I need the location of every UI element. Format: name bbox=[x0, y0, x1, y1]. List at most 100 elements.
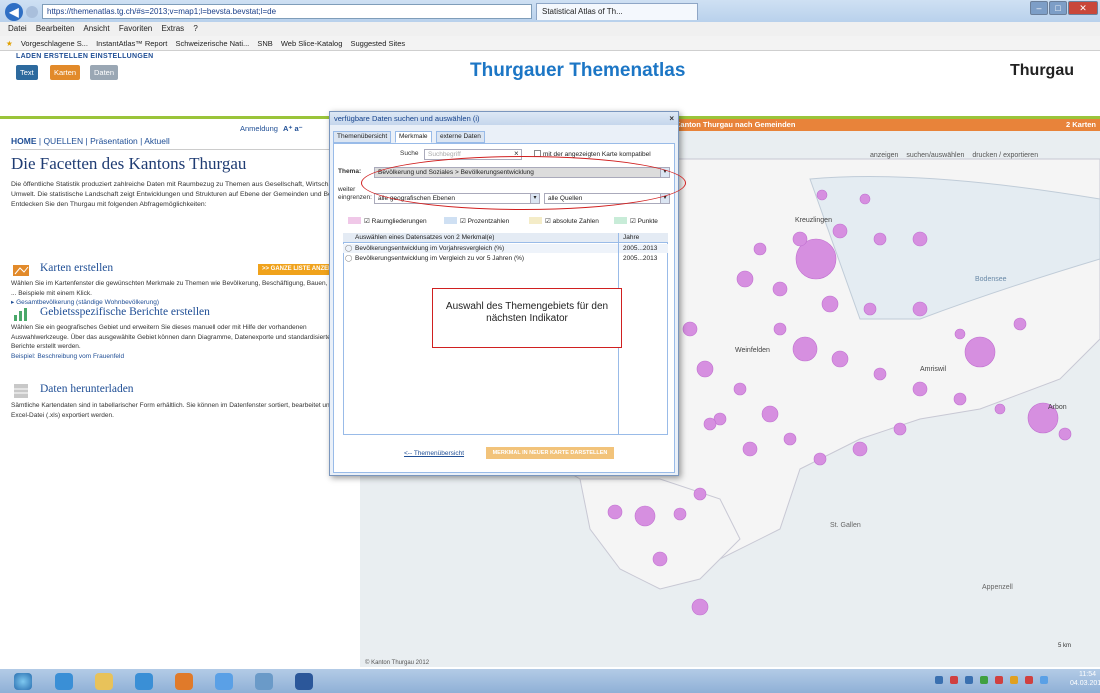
karten-button[interactable]: Karten bbox=[50, 65, 81, 80]
map-bubble[interactable] bbox=[912, 381, 928, 397]
section-title-karten[interactable]: Karten erstellen bbox=[40, 262, 113, 274]
map-bubble[interactable] bbox=[691, 598, 709, 616]
section-title-daten[interactable]: Daten herunterladen bbox=[40, 383, 134, 395]
ie2-taskbar-icon[interactable] bbox=[135, 673, 153, 690]
browser-tab[interactable]: Statistical Atlas of Th... bbox=[536, 3, 698, 20]
clock[interactable]: 11:54 04.03.2014 bbox=[1070, 670, 1100, 688]
back-button[interactable]: ◀ bbox=[5, 3, 23, 21]
menu-extras[interactable]: Extras bbox=[161, 24, 184, 33]
radio-icon[interactable]: ◯ bbox=[345, 244, 352, 253]
tab-merkmale[interactable]: Merkmale bbox=[395, 131, 432, 143]
login-link[interactable]: Anmeldung bbox=[240, 124, 278, 133]
tray-icon[interactable] bbox=[950, 676, 958, 684]
map-bubble[interactable] bbox=[912, 301, 928, 317]
map-bubble[interactable] bbox=[852, 441, 868, 457]
fav-item[interactable]: Suggested Sites bbox=[351, 39, 406, 48]
fav-item[interactable]: Vorgeschlagene S... bbox=[21, 39, 88, 48]
map-bubble[interactable] bbox=[772, 281, 788, 297]
map-bubble[interactable] bbox=[773, 322, 787, 336]
filter-absolute[interactable]: ☑ absolute Zahlen bbox=[529, 217, 599, 225]
maximize-button[interactable]: □ bbox=[1049, 1, 1067, 15]
section-title-berichte[interactable]: Gebietsspezifische Berichte erstellen bbox=[40, 306, 210, 318]
map-bubble[interactable] bbox=[954, 328, 966, 340]
start-button[interactable] bbox=[14, 673, 32, 690]
map-bubble[interactable] bbox=[682, 321, 698, 337]
text-button[interactable]: Text bbox=[16, 65, 38, 80]
close-window-button[interactable]: ✕ bbox=[1068, 1, 1098, 15]
tab-themenuebersicht[interactable]: Themenübersicht bbox=[333, 131, 392, 143]
nav-quellen[interactable]: QUELLEN bbox=[43, 136, 83, 146]
section-link-karten[interactable]: ▸ Gesamtbevölkerung (ständige Wohnbevölk… bbox=[11, 298, 159, 306]
menu-datei[interactable]: Datei bbox=[8, 24, 27, 33]
fav-item[interactable]: SNB bbox=[257, 39, 272, 48]
minimize-button[interactable]: – bbox=[1030, 1, 1048, 15]
map-bubble[interactable] bbox=[994, 403, 1006, 415]
word-taskbar-icon[interactable] bbox=[295, 673, 313, 690]
map-bubble[interactable] bbox=[863, 302, 877, 316]
map-bubble[interactable] bbox=[703, 417, 717, 431]
forward-button[interactable] bbox=[26, 6, 38, 18]
table-row[interactable]: ◯ Bevölkerungsentwicklung im Vorjahresve… bbox=[343, 244, 668, 253]
tray-icon[interactable] bbox=[1025, 676, 1033, 684]
filter-raumgliederungen[interactable]: ☑ Raumgliederungen bbox=[348, 217, 427, 225]
map-bubble[interactable] bbox=[816, 189, 828, 201]
section-link-berichte[interactable]: Beispiel: Beschreibung vom Frauenfeld bbox=[11, 353, 124, 360]
map-bubble[interactable] bbox=[696, 360, 714, 378]
nav-aktuell[interactable]: Aktuell bbox=[144, 136, 170, 146]
menu-ansicht[interactable]: Ansicht bbox=[83, 24, 109, 33]
chrome-taskbar-icon[interactable] bbox=[255, 673, 273, 690]
map-bubble[interactable] bbox=[673, 507, 687, 521]
menu-favoriten[interactable]: Favoriten bbox=[119, 24, 152, 33]
map-bubble[interactable] bbox=[742, 441, 758, 457]
map-bubble[interactable] bbox=[873, 367, 887, 381]
map-header-count[interactable]: 2 Karten bbox=[1066, 119, 1096, 131]
back-to-overview-link[interactable]: <-- Themenübersicht bbox=[404, 450, 464, 457]
map-bubble[interactable] bbox=[831, 350, 849, 368]
map-bubble[interactable] bbox=[821, 295, 839, 313]
tray-icon[interactable] bbox=[995, 676, 1003, 684]
tray-icon[interactable] bbox=[935, 676, 943, 684]
fav-item[interactable]: Schweizerische Nati... bbox=[175, 39, 249, 48]
map-bubble[interactable] bbox=[634, 505, 656, 527]
map-bubble[interactable] bbox=[736, 270, 754, 288]
explorer-taskbar-icon[interactable] bbox=[95, 673, 113, 690]
font-size-toggle[interactable]: A⁺ a⁻ bbox=[283, 124, 303, 133]
menu-help[interactable]: ? bbox=[193, 24, 197, 33]
map-bubble[interactable] bbox=[783, 432, 797, 446]
map-bubble[interactable] bbox=[873, 232, 887, 246]
tray-icon[interactable] bbox=[1040, 676, 1048, 684]
map-tool-drucken[interactable]: drucken / exportieren bbox=[972, 152, 1038, 159]
map-header-title[interactable]: Kanton Thurgau nach Gemeinden bbox=[675, 120, 795, 129]
close-icon[interactable]: × bbox=[669, 112, 674, 125]
map-bubble[interactable] bbox=[1013, 317, 1027, 331]
map-bubble[interactable] bbox=[859, 193, 871, 205]
map-bubble[interactable] bbox=[792, 231, 808, 247]
map-bubble[interactable] bbox=[753, 242, 767, 256]
map-bubble[interactable] bbox=[792, 336, 818, 362]
map-bubble[interactable] bbox=[832, 223, 848, 239]
map-bubble[interactable] bbox=[693, 487, 707, 501]
show-in-new-map-button[interactable]: MERKMAL IN NEUER KARTE DARSTELLEN bbox=[486, 447, 614, 459]
nav-praesentation[interactable]: Präsentation bbox=[90, 136, 138, 146]
tray-icon[interactable] bbox=[980, 676, 988, 684]
map-bubble[interactable] bbox=[964, 336, 996, 368]
map-bubble[interactable] bbox=[607, 504, 623, 520]
top-links[interactable]: LADEN ERSTELLEN EINSTELLUNGEN bbox=[16, 53, 153, 60]
ie3-taskbar-icon[interactable] bbox=[215, 673, 233, 690]
tray-icon[interactable] bbox=[1010, 676, 1018, 684]
nav-home[interactable]: HOME bbox=[11, 136, 37, 146]
address-bar[interactable]: https://themenatlas.tg.ch/#s=2013;v=map1… bbox=[42, 4, 532, 19]
filter-punkte[interactable]: ☑ Punkte bbox=[614, 217, 658, 225]
fav-item[interactable]: Web Slice-Katalog bbox=[281, 39, 343, 48]
app-taskbar-icon[interactable] bbox=[175, 673, 193, 690]
tab-externe-daten[interactable]: externe Daten bbox=[436, 131, 485, 143]
map-bubble[interactable] bbox=[813, 452, 827, 466]
menu-bearbeiten[interactable]: Bearbeiten bbox=[36, 24, 75, 33]
ie-taskbar-icon[interactable] bbox=[55, 673, 73, 690]
fav-item[interactable]: InstantAtlas™ Report bbox=[96, 39, 167, 48]
map-bubble[interactable] bbox=[761, 405, 779, 423]
map-bubble[interactable] bbox=[912, 231, 928, 247]
map-tool-anzeigen[interactable]: anzeigen bbox=[870, 152, 898, 159]
table-row[interactable]: ◯ Bevölkerungsentwicklung im Vergleich z… bbox=[343, 254, 668, 263]
map-bubble[interactable] bbox=[893, 422, 907, 436]
